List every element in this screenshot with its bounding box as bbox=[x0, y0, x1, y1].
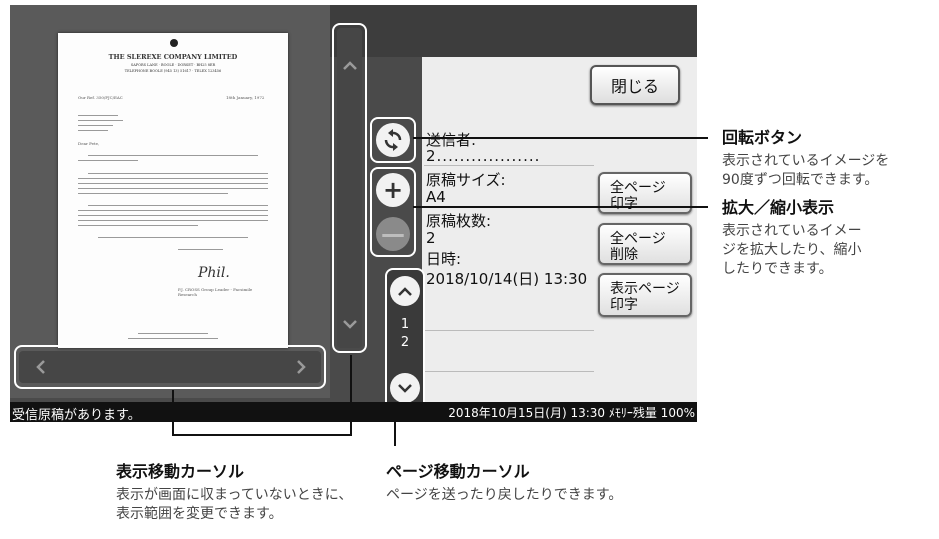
count-value: 2 bbox=[426, 229, 436, 247]
scroll-callout-line bbox=[172, 390, 174, 436]
rotate-button-title: 回転ボタン bbox=[722, 128, 803, 147]
fax-preview-screen: 閉じる 送信者: 2.................. 原稿サイズ: A4 原… bbox=[10, 5, 697, 422]
page-navigation-cursor: 1 2 bbox=[385, 268, 425, 410]
document-line bbox=[78, 220, 268, 221]
document-image: THE SLEREXE COMPANY LIMITED SAPORS LANE … bbox=[58, 33, 288, 348]
date-label: 日時: bbox=[426, 250, 462, 268]
print-shown-page-button[interactable]: 表示ページ 印字 bbox=[598, 273, 692, 317]
document-line bbox=[78, 125, 113, 126]
chevron-up-icon[interactable] bbox=[337, 55, 362, 75]
delete-all-label-2: 削除 bbox=[610, 247, 638, 263]
document-phone: TELEPHONE BOOLE (945 13) 51617 · TELEX 1… bbox=[124, 69, 222, 73]
delete-all-button[interactable]: 全ページ 削除 bbox=[598, 223, 692, 265]
document-signer: P.J. CROSS Group Leader - Facsimile Rese… bbox=[178, 287, 253, 297]
document-line bbox=[78, 210, 268, 211]
print-shown-label-1: 表示ページ bbox=[610, 281, 680, 297]
scroll-cursor-desc-1: 表示が画面に収まっていないときに、 bbox=[116, 487, 353, 503]
print-shown-label-2: 印字 bbox=[610, 297, 638, 313]
page-up-button[interactable] bbox=[390, 276, 420, 306]
minus-icon: — bbox=[381, 220, 405, 248]
page-callout-line bbox=[394, 410, 396, 446]
print-all-label-1: 全ページ bbox=[610, 180, 666, 196]
sender-value: 2.................. bbox=[426, 147, 541, 165]
size-label: 原稿サイズ: bbox=[426, 171, 506, 189]
page-cursor-title: ページ移動カーソル bbox=[386, 462, 530, 481]
scroll-cursor-desc-2: 表示範囲を変更できます。 bbox=[116, 506, 283, 522]
zoom-in-button[interactable]: + bbox=[376, 173, 410, 207]
document-line bbox=[88, 155, 258, 156]
document-footer-line bbox=[128, 338, 218, 339]
scroll-callout-line bbox=[172, 434, 352, 436]
vertical-scroll-cursor[interactable] bbox=[332, 23, 367, 353]
chevron-right-icon[interactable] bbox=[292, 355, 312, 379]
divider bbox=[424, 371, 594, 372]
rotate-icon bbox=[384, 129, 402, 151]
scroll-callout-line bbox=[350, 355, 352, 436]
document-footer-line bbox=[138, 333, 208, 334]
document-line bbox=[88, 205, 268, 206]
document-signature: Phil. bbox=[198, 265, 230, 281]
zoom-out-button[interactable]: — bbox=[376, 217, 410, 251]
zoom-callout-line bbox=[413, 206, 708, 208]
chevron-left-icon[interactable] bbox=[30, 355, 50, 379]
close-button[interactable]: 閉じる bbox=[590, 65, 680, 105]
document-line bbox=[78, 225, 198, 226]
status-datetime-memory: 2018年10月15日(月) 13:30 ﾒﾓﾘｰ残量 100% bbox=[448, 406, 695, 420]
zoom-desc-3: したりできます。 bbox=[722, 261, 833, 277]
rotate-button-desc-1: 表示されているイメージを bbox=[722, 153, 890, 169]
print-all-label-2: 印字 bbox=[610, 196, 638, 212]
zoom-desc-2: ジを拡大したり、縮小 bbox=[722, 242, 862, 258]
page-cursor-desc: ページを送ったり戻したりできます。 bbox=[386, 487, 623, 503]
document-address: SAPORS LANE · BOOLE · DORSET · BH25 8ER bbox=[130, 63, 216, 67]
status-message: 受信原稿があります。 bbox=[12, 408, 141, 422]
divider bbox=[424, 330, 594, 331]
document-line bbox=[78, 183, 268, 184]
document-preview: THE SLEREXE COMPANY LIMITED SAPORS LANE … bbox=[10, 5, 330, 398]
chevron-up-icon bbox=[398, 286, 412, 296]
count-label: 原稿枚数: bbox=[426, 212, 492, 230]
document-line bbox=[78, 130, 108, 131]
page-down-button[interactable] bbox=[390, 373, 420, 403]
document-line bbox=[78, 215, 268, 216]
plus-icon: + bbox=[382, 176, 404, 204]
total-pages: 2 bbox=[400, 335, 410, 350]
document-line bbox=[78, 178, 268, 179]
delete-all-label-1: 全ページ bbox=[610, 231, 666, 247]
divider bbox=[424, 165, 594, 166]
date-value: 2018/10/14(日) 13:30 bbox=[426, 270, 588, 288]
document-line bbox=[98, 237, 248, 238]
vertical-scroll-track bbox=[337, 28, 362, 348]
document-line bbox=[78, 193, 228, 194]
scroll-cursor-title: 表示移動カーソル bbox=[116, 462, 245, 481]
document-line bbox=[78, 115, 118, 116]
document-line bbox=[78, 120, 123, 121]
chevron-down-icon[interactable] bbox=[337, 315, 362, 335]
current-page: 1 bbox=[400, 317, 410, 332]
document-salutation: Dear Pete, bbox=[78, 141, 100, 146]
size-value: A4 bbox=[426, 188, 446, 206]
rotate-callout-line bbox=[413, 137, 708, 139]
document-line bbox=[78, 188, 268, 189]
document-logo bbox=[170, 39, 178, 47]
zoom-title: 拡大／縮小表示 bbox=[722, 198, 835, 217]
chevron-down-icon bbox=[398, 383, 412, 393]
rotate-button[interactable] bbox=[376, 123, 410, 157]
horizontal-scroll-track bbox=[19, 351, 321, 383]
document-ref: Our Ref. 350/PJC/EAC bbox=[78, 95, 123, 100]
zoom-desc-1: 表示されているイメー bbox=[722, 223, 862, 239]
horizontal-scroll-cursor[interactable] bbox=[14, 345, 326, 389]
document-company: THE SLEREXE COMPANY LIMITED bbox=[108, 53, 238, 61]
document-line bbox=[78, 160, 138, 161]
document-line bbox=[88, 173, 268, 174]
status-bar: 受信原稿があります。 2018年10月15日(月) 13:30 ﾒﾓﾘｰ残量 1… bbox=[10, 402, 697, 422]
document-date: 18th January, 1972 bbox=[226, 95, 265, 100]
rotate-button-desc-2: 90度ずつ回転できます。 bbox=[722, 172, 879, 188]
document-line bbox=[178, 249, 223, 250]
